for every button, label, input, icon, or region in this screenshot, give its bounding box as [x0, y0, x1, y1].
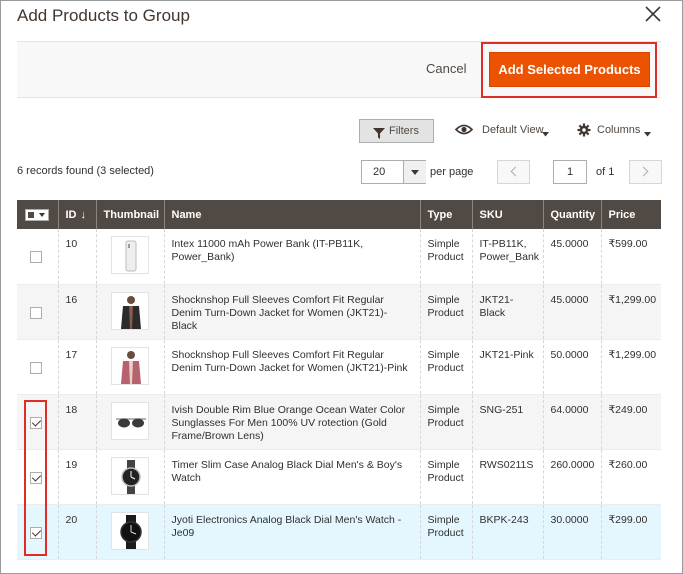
products-grid: ID ↓ Thumbnail Name Type SKU Quantity Pri…: [17, 200, 661, 560]
cell-quantity: 45.0000: [542, 284, 601, 340]
close-icon[interactable]: [643, 4, 663, 24]
cell-price: ₹299.00: [600, 504, 661, 560]
total-pages-label: of 1: [596, 166, 615, 178]
cell-type: Simple Product: [419, 504, 472, 560]
cell-type: Simple Product: [419, 339, 472, 395]
cell-quantity: 50.0000: [542, 339, 601, 395]
gear-icon: [577, 123, 591, 140]
chevron-down-icon: [411, 170, 419, 175]
chevron-down-icon: [542, 128, 549, 140]
product-thumbnail: [111, 456, 149, 495]
cell-type: Simple Product: [419, 449, 472, 505]
highlight-box-add-button: [481, 42, 657, 98]
row-checkbox[interactable]: [30, 361, 42, 374]
cell-sku: RWS0211S: [471, 449, 543, 505]
table-row[interactable]: 10 Intex 11000 mAh Power Bank (IT-PB11K,…: [17, 229, 661, 285]
product-thumbnail: [111, 511, 149, 550]
cell-quantity: 260.0000: [542, 449, 601, 505]
cell-price: ₹249.00: [600, 394, 661, 450]
cell-name: Shocknshop Full Sleeves Comfort Fit Regu…: [163, 339, 420, 395]
chevron-left-icon: [510, 166, 521, 177]
row-checkbox[interactable]: [30, 251, 42, 263]
eye-icon: [454, 124, 474, 138]
sort-arrow-icon: ↓: [80, 208, 87, 221]
jacket-icon: [121, 295, 141, 329]
table-row[interactable]: 20 Jyoti Electronics Analog Black Dial M…: [17, 504, 661, 560]
current-page-input[interactable]: 1: [553, 160, 587, 184]
cell-type: Simple Product: [419, 394, 472, 450]
column-header-id[interactable]: ID ↓: [57, 200, 96, 229]
column-header-type[interactable]: Type: [419, 200, 472, 229]
power-bank-icon: [125, 240, 137, 272]
filters-button[interactable]: Filters: [359, 119, 434, 143]
column-header-quantity[interactable]: Quantity: [542, 200, 601, 229]
cell-id: 18: [57, 394, 96, 450]
cell-sku: JKT21-Black: [471, 284, 543, 340]
cell-name: Shocknshop Full Sleeves Comfort Fit Regu…: [163, 284, 420, 340]
per-page-dropdown-button[interactable]: [403, 161, 426, 183]
mass-action-header: [17, 200, 58, 229]
next-page-button[interactable]: [629, 160, 662, 184]
cell-type: Simple Product: [419, 229, 472, 285]
records-count: 6 records found (3 selected): [17, 165, 154, 177]
cell-quantity: 64.0000: [542, 394, 601, 450]
per-page-value: 20: [373, 166, 386, 178]
product-thumbnail: [111, 236, 149, 274]
column-header-price[interactable]: Price: [600, 200, 661, 229]
mass-action-select[interactable]: [25, 208, 49, 221]
column-header-sku[interactable]: SKU: [471, 200, 543, 229]
product-thumbnail: [111, 291, 149, 330]
cell-name: Timer Slim Case Analog Black Dial Men's …: [163, 449, 420, 505]
cell-quantity: 45.0000: [542, 229, 601, 285]
per-page-select[interactable]: 20: [361, 160, 426, 184]
column-header-name[interactable]: Name: [163, 200, 420, 229]
filters-label: Filters: [389, 125, 419, 137]
chevron-right-icon: [638, 166, 649, 177]
highlight-box-selected-checkboxes: [24, 400, 47, 556]
product-thumbnail: [111, 346, 149, 385]
filter-funnel-icon: [373, 125, 385, 147]
cancel-button[interactable]: Cancel: [426, 61, 466, 76]
per-page-label: per page: [430, 166, 474, 178]
grid-header-row: ID ↓ Thumbnail Name Type SKU Quantity Pri…: [17, 200, 661, 229]
cell-id: 19: [57, 449, 96, 505]
cell-sku: SNG-251: [471, 394, 543, 450]
cell-type: Simple Product: [419, 284, 472, 340]
table-row[interactable]: 16 Shocknshop Full Sleeves Comfort Fit R…: [17, 284, 661, 340]
default-view-label: Default View: [482, 124, 544, 136]
cell-price: ₹260.00: [600, 449, 661, 505]
cell-sku: BKPK-243: [471, 504, 543, 560]
table-row[interactable]: 19 Timer Slim Case Analog Black Dial Men…: [17, 449, 661, 505]
columns-label: Columns: [597, 124, 641, 136]
cell-id: 17: [57, 339, 96, 395]
cell-name: Ivish Double Rim Blue Orange Ocean Water…: [163, 394, 420, 450]
cell-id: 16: [57, 284, 96, 340]
cell-sku: JKT21-Pink: [471, 339, 543, 395]
previous-page-button[interactable]: [497, 160, 530, 184]
cell-id: 20: [57, 504, 96, 560]
cell-price: ₹1,299.00: [600, 284, 661, 340]
cell-quantity: 30.0000: [542, 504, 601, 560]
cell-sku: IT-PB11K, Power_Bank: [471, 229, 543, 285]
sunglasses-icon: [116, 417, 146, 427]
chevron-down-icon: [644, 128, 651, 140]
jacket-icon: [121, 350, 141, 384]
watch-icon: [121, 459, 141, 494]
modal-title: Add Products to Group: [17, 6, 190, 25]
product-thumbnail: [111, 401, 149, 440]
watch-icon: [120, 514, 142, 549]
cell-price: ₹1,299.00: [600, 339, 661, 395]
table-row[interactable]: 17 Shocknshop Full Sleeves Comfort Fit R…: [17, 339, 661, 395]
cell-id: 10: [57, 229, 96, 285]
column-header-thumbnail[interactable]: Thumbnail: [95, 200, 164, 229]
cell-price: ₹599.00: [600, 229, 661, 285]
chevron-down-icon: [39, 212, 45, 217]
row-checkbox[interactable]: [30, 306, 42, 319]
cell-name: Jyoti Electronics Analog Black Dial Men'…: [163, 504, 420, 560]
table-row[interactable]: 18 Ivish Double Rim Blue Orange Ocean Wa…: [17, 394, 661, 450]
cell-name: Intex 11000 mAh Power Bank (IT-PB11K, Po…: [163, 229, 420, 285]
